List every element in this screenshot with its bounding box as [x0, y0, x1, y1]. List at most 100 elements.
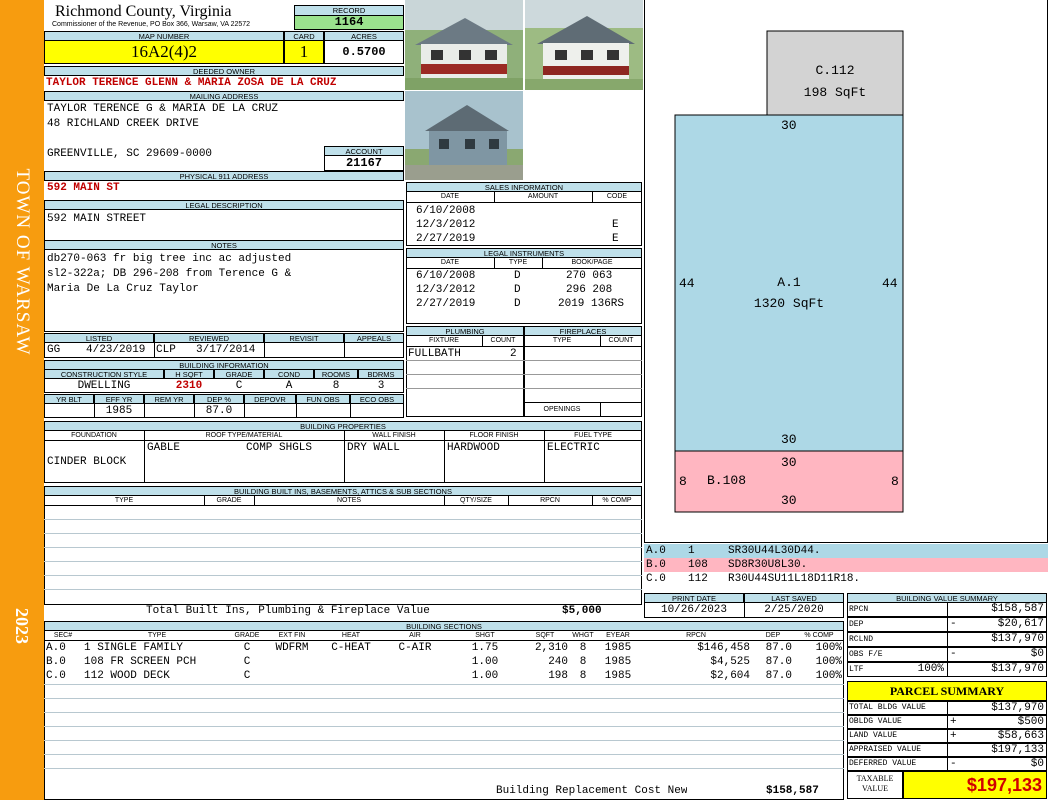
sketch-dim-b-bottom: 30 [781, 493, 797, 508]
mailing-address-label: MAILING ADDRESS [44, 91, 404, 101]
mailing-line-1: TAYLOR TERENCE G & MARIA DE LA CRUZ [47, 103, 279, 115]
section-cell: 1985 [604, 656, 632, 668]
instr-book: 270 063 [566, 270, 613, 282]
reviewed-date: 3/17/2014 [196, 344, 256, 356]
section-cell: 108 FR SCREEN PCH [84, 656, 197, 668]
replacement-cost-value: $158,587 [766, 785, 819, 797]
print-date: 10/26/2023 [660, 604, 727, 616]
sections-col-header: DEP [765, 632, 781, 639]
house-photo-2 [525, 0, 643, 90]
cond-value: A [285, 380, 293, 392]
value-summary-value: $20,617 [997, 618, 1044, 630]
roof-material: COMP SHGLS [246, 442, 313, 454]
legend-row-a [644, 544, 1048, 558]
section-cell: 2,310 [534, 642, 568, 654]
map-number: 16A2(4)2 [44, 40, 284, 64]
legend-sec: A.0 [646, 545, 666, 557]
instr-type: D [514, 270, 521, 282]
legal-box [44, 209, 404, 241]
heated-sqft: 2310 [175, 380, 203, 392]
side-bar [0, 0, 44, 800]
legend-path: SD8R30U8L30. [728, 559, 808, 571]
sections-col-header: EYEAR [606, 632, 630, 639]
legend-sec: C.0 [646, 573, 666, 585]
sketch-b-label: B.108 [707, 473, 747, 488]
section-cell: 87.0 [765, 656, 792, 668]
deeded-owner-name: TAYLOR TERENCE GLENN & MARIA ZOSA DE LA … [46, 77, 337, 89]
house-photo-1 [405, 0, 523, 90]
card-value: 1 [284, 40, 324, 64]
value-summary-key: RPCN [849, 605, 869, 614]
instr-type: D [514, 298, 521, 310]
section-cell: 1985 [604, 670, 632, 682]
section-cell: 240 [548, 656, 568, 668]
legend-path: SR30U44L30D44. [728, 545, 821, 557]
builtins-total-label: Total Built Ins, Plumbing & Fireplace Va… [146, 605, 430, 617]
building-sketch [674, 30, 904, 513]
section-cell: $2,604 [710, 670, 750, 682]
section-cell: 198 [548, 670, 568, 682]
value-summary-value: $137,970 [991, 663, 1044, 675]
builtins-total-value: $5,000 [562, 605, 602, 617]
section-cell: 1.00 [471, 656, 499, 668]
sections-col-header: SQFT [535, 632, 555, 639]
section-cell: C [243, 670, 251, 682]
legend-code: 112 [688, 573, 708, 585]
replacement-cost-label: Building Replacement Cost New [496, 785, 688, 797]
sections-col-header: TYPE [147, 632, 167, 639]
parcel-summary-value: $0 [1030, 758, 1044, 770]
sketch-dim-b-left: 8 [679, 474, 687, 489]
legend-sec: B.0 [646, 559, 666, 571]
account-value: 21167 [324, 155, 404, 171]
legend-code: 108 [688, 559, 708, 571]
year-label: 2023 [12, 608, 32, 644]
sketch-c-label: C.112 [815, 63, 855, 78]
section-cell: C [243, 656, 251, 668]
fixture-count: 2 [510, 348, 517, 360]
sketch-dim-a-top: 30 [781, 118, 797, 133]
sketch-dim-a-bottom: 30 [781, 432, 797, 447]
instr-type: D [514, 284, 521, 296]
foundation-value: CINDER BLOCK [47, 456, 127, 468]
town-title: TOWN OF WARSAW [12, 168, 33, 356]
section-cell: 87.0 [765, 642, 792, 654]
section-cell: 1985 [604, 642, 632, 654]
section-cell: B.0 [46, 656, 66, 668]
value-summary-value: $137,970 [991, 633, 1044, 645]
section-cell: 112 WOOD DECK [84, 670, 170, 682]
floor-finish: HARDWOOD [447, 442, 500, 454]
sales-row: 6/10/2008 [416, 205, 476, 217]
mailing-line-2: 48 RICHLAND CREEK DRIVE [47, 118, 199, 130]
instr-book: 296 208 [566, 284, 613, 296]
bdrms-value: 3 [377, 380, 385, 392]
openings-label: OPENINGS [543, 406, 581, 413]
reviewed-by: CLP [156, 344, 176, 356]
section-cell: $4,525 [710, 656, 750, 668]
sketch-dim-a-right: 44 [882, 276, 898, 291]
value-summary-value: $158,587 [991, 603, 1044, 615]
taxable-label-1: TAXABLE [856, 774, 894, 783]
sections-col-header: SHGT [475, 632, 495, 639]
parcel-summary-key: DEFERRED VALUE [849, 759, 917, 768]
section-cell: 1.75 [471, 642, 499, 654]
section-cell: C-HEAT [331, 642, 371, 654]
section-cell: $146,458 [697, 642, 750, 654]
section-cell: 87.0 [765, 670, 792, 682]
instr-date: 2/27/2019 [416, 298, 476, 310]
sales-code: E [612, 219, 619, 231]
section-cell: 1 SINGLE FAMILY [84, 642, 184, 654]
taxable-label-2: VALUE [861, 784, 889, 793]
sections-col-header: SEC# [53, 632, 73, 639]
fireplaces-table [524, 335, 642, 417]
parcel-summary-key: LAND VALUE [849, 731, 898, 740]
last-saved: 2/25/2020 [764, 604, 824, 616]
listed-by: GG [47, 344, 61, 356]
sketch-a-label: A.1 [777, 275, 801, 290]
listed-date: 4/23/2019 [86, 344, 146, 356]
sections-col-header: EXT FIN [278, 632, 306, 639]
construction-style: DWELLING [77, 380, 131, 392]
deeded-owner-label: DEEDED OWNER [44, 66, 404, 76]
dep-percent: 87.0 [205, 405, 233, 417]
section-cell: 1.00 [471, 670, 499, 682]
section-cell: C [243, 642, 251, 654]
